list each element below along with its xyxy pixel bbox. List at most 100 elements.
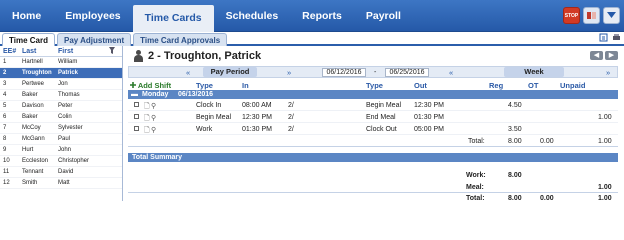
col-unpaid: Unpaid	[560, 81, 586, 90]
shift-checkbox[interactable]	[134, 126, 139, 131]
print-icon[interactable]	[611, 33, 621, 43]
shift-row[interactable]: 🗋 ⚲ Clock In 08:00 AM 2/ Begin Meal 12:3…	[128, 100, 618, 111]
employee-id: 1	[3, 59, 7, 65]
tab-time-card[interactable]: Time Card	[2, 33, 55, 46]
employee-first: Jon	[58, 81, 68, 87]
shift-out-type: Clock Out	[366, 126, 397, 133]
summary-ot: 0.00	[540, 195, 554, 202]
collapse-icon[interactable]: ▬	[131, 90, 138, 99]
shift-checkbox[interactable]	[134, 114, 139, 119]
nav-employees[interactable]: Employees	[53, 0, 132, 32]
book-icon[interactable]	[583, 7, 600, 24]
period-start-input[interactable]: 06/12/2016	[322, 67, 366, 77]
employee-id: 12	[3, 180, 10, 186]
period-end-input[interactable]: 06/25/2016	[385, 67, 429, 77]
employee-last: Hurt	[22, 147, 34, 153]
employee-id: 8	[3, 136, 7, 142]
day-header-row: ▬ Monday 06/13/2016	[128, 90, 618, 99]
shift-unpaid: 1.00	[598, 114, 612, 121]
summary-label: Work:	[466, 172, 486, 179]
shift-in-time: 01:30 PM	[242, 126, 272, 133]
shift-reg: 3.50	[508, 126, 522, 133]
top-icon-group: STOP	[563, 7, 620, 24]
add-shift-button[interactable]: Add Shift	[130, 81, 171, 90]
employee-row[interactable]: 3 Pertwee Jon	[0, 79, 122, 90]
employee-row[interactable]: 7 McCoy Sylvester	[0, 123, 122, 134]
week-label: Week	[504, 67, 564, 77]
employee-last: Hartnell	[22, 59, 43, 65]
summary-label: Total:	[466, 195, 485, 202]
col-first-name[interactable]: First	[54, 48, 106, 55]
col-type-out: Type	[366, 81, 383, 90]
nav-payroll[interactable]: Payroll	[354, 0, 413, 32]
summary-reg: 8.00	[508, 172, 522, 179]
day-total-label: Total:	[468, 138, 485, 145]
stop-icon[interactable]: STOP	[563, 7, 580, 24]
employee-row[interactable]: 4 Baker Thomas	[0, 90, 122, 101]
employee-id: 10	[3, 158, 10, 164]
employee-id: 2	[3, 70, 7, 76]
day-total-unpaid: 1.00	[598, 138, 612, 145]
employee-row[interactable]: 10 Eccleston Christopher	[0, 156, 122, 167]
nav-reports[interactable]: Reports	[290, 0, 354, 32]
employee-row[interactable]: 11 Tennant David	[0, 167, 122, 178]
shift-in-type: Work	[196, 126, 213, 133]
prev-employee-icon[interactable]: ◀	[590, 51, 603, 60]
prev-period-button[interactable]: «	[186, 68, 190, 77]
shift-in-time: 08:00 AM	[242, 102, 272, 109]
next-employee-icon[interactable]: ▶	[605, 51, 618, 60]
shift-in-type: Begin Meal	[196, 114, 232, 121]
main-nav: Home Employees Time Cards Schedules Repo…	[0, 0, 624, 32]
col-type: Type	[196, 81, 213, 90]
summary-label: Meal:	[466, 184, 484, 191]
tab-time-card-approvals[interactable]: Time Card Approvals	[133, 33, 228, 46]
dropdown-icon[interactable]	[603, 7, 620, 24]
employee-row[interactable]: 5 Davison Peter	[0, 101, 122, 112]
shift-row[interactable]: 🗋 ⚲ Begin Meal 12:30 PM 2/ End Meal 01:3…	[128, 112, 618, 123]
nav-home[interactable]: Home	[0, 0, 53, 32]
col-ee-number[interactable]: EE#	[0, 48, 18, 55]
employee-first: Matt	[58, 180, 70, 186]
next-week-button[interactable]: »	[606, 68, 610, 77]
shift-row[interactable]: 🗋 ⚲ Work 01:30 PM 2/ Clock Out 05:00 PM …	[128, 124, 618, 135]
employee-row[interactable]: 6 Baker Colin	[0, 112, 122, 123]
summary-row: Work: 8.00	[128, 170, 618, 181]
list-tools	[108, 46, 123, 58]
employee-nav-arrows: ◀ ▶	[590, 51, 618, 60]
employee-row[interactable]: 9 Hurt John	[0, 145, 122, 156]
search-icon[interactable]: ⚲	[151, 102, 156, 110]
search-icon[interactable]: ⚲	[151, 126, 156, 134]
prev-week-button[interactable]: «	[449, 68, 453, 77]
employee-id: 11	[3, 169, 10, 175]
next-period-button[interactable]: »	[287, 68, 291, 77]
search-icon[interactable]: ⚲	[151, 114, 156, 122]
employee-row[interactable]: 8 McGann Paul	[0, 134, 122, 145]
shift-out-time: 05:00 PM	[414, 126, 444, 133]
subtab-tools	[598, 33, 621, 43]
shift-out-time: 12:30 PM	[414, 102, 444, 109]
summary-unpaid: 1.00	[598, 195, 612, 202]
export-icon[interactable]	[598, 33, 608, 43]
employee-row[interactable]: 12 Smith Matt	[0, 178, 122, 189]
shift-reg: 4.50	[508, 102, 522, 109]
employee-id: 6	[3, 114, 7, 120]
employee-row[interactable]: 1 Hartnell William	[0, 57, 122, 68]
employee-id: 5	[3, 103, 7, 109]
employee-first: Christopher	[58, 158, 90, 164]
col-last-name[interactable]: Last	[18, 48, 54, 55]
employee-id: 4	[3, 92, 7, 98]
employee-last: Smith	[22, 180, 38, 186]
filter-icon[interactable]	[108, 46, 122, 56]
employee-last: Pertwee	[22, 81, 45, 87]
col-ot: OT	[528, 81, 539, 90]
tab-pay-adjustment[interactable]: Pay Adjustment	[56, 33, 132, 46]
shift-in-day: 2/	[288, 102, 294, 109]
pay-period-bar: « Pay Period » 06/12/2016 - 06/25/2016 «…	[128, 66, 618, 78]
col-out: Out	[414, 81, 427, 90]
nav-time-cards[interactable]: Time Cards	[132, 5, 214, 32]
day-date: 06/13/2016	[178, 91, 214, 98]
shift-checkbox[interactable]	[134, 102, 139, 107]
summary-total-row: Total: 8.00 0.00 1.00	[128, 192, 618, 203]
nav-schedules[interactable]: Schedules	[214, 0, 291, 32]
employee-row-selected[interactable]: 2 Troughton Patrick	[0, 68, 122, 79]
